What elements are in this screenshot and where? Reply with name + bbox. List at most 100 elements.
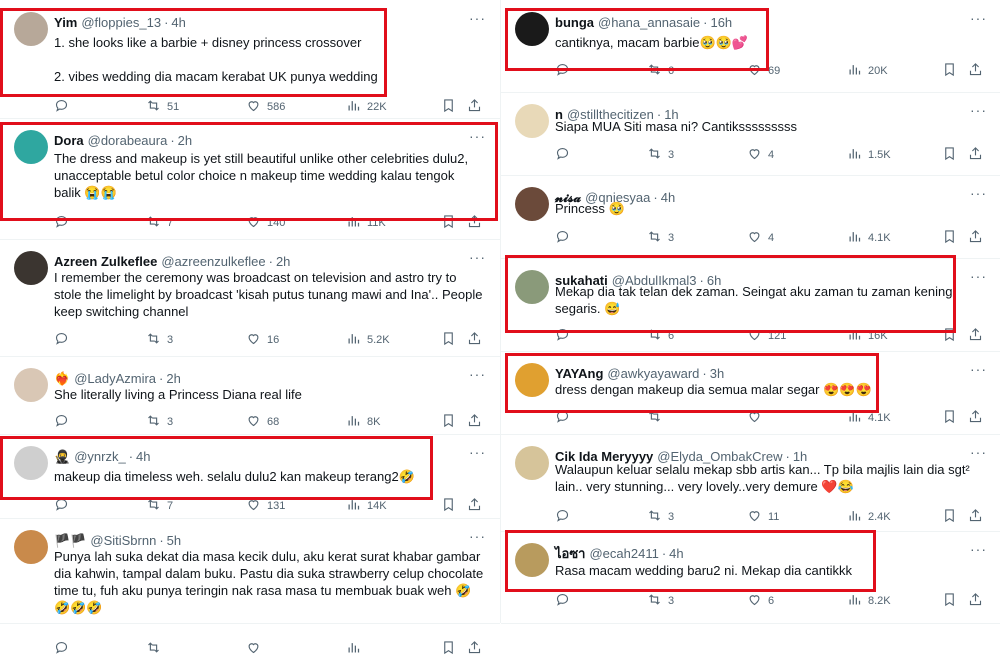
bookmark-button[interactable] [942,409,957,427]
retweet-button[interactable]: 51 [146,98,179,116]
share-button[interactable] [968,146,983,164]
avatar[interactable] [14,446,48,480]
user-handle[interactable]: @dorabeaura [88,133,168,148]
share-button[interactable] [968,327,983,345]
like-button[interactable]: 68 [246,413,279,431]
share-button[interactable] [968,229,983,247]
tweet[interactable]: 𝓷𝓲𝓼𝓪 @qniesyaa · 4h ··· Princess 🥹 3 4 4.1K [501,175,1000,259]
more-options-icon[interactable]: ··· [970,10,987,26]
like-button[interactable]: 4 [747,146,774,164]
more-options-icon[interactable]: ··· [970,185,987,201]
avatar[interactable] [515,543,549,577]
display-name[interactable]: YAYAng [555,366,603,381]
share-button[interactable] [467,98,482,116]
more-options-icon[interactable]: ··· [970,102,987,118]
share-button[interactable] [467,331,482,349]
share-button[interactable] [968,592,983,610]
bookmark-button[interactable] [441,640,456,658]
retweet-button[interactable] [647,409,668,427]
display-name[interactable]: 🥷 [54,449,70,464]
retweet-button[interactable]: 7 [146,214,173,232]
retweet-button[interactable]: 3 [647,146,674,164]
retweet-button[interactable] [146,640,167,658]
views-button[interactable]: 16K [847,327,888,345]
tweet[interactable]: bunga @hana_annasaie · 16h ··· cantiknya, m… [501,0,1000,93]
views-button[interactable] [346,640,367,658]
reply-button[interactable] [54,214,75,232]
tweet[interactable]: YAYAng @awkyayaward · 3h ··· dress dengan m… [501,351,1000,435]
tweet[interactable]: 🥷 @ynrzk_ · 4h ··· makeup dia timeless weh.… [0,434,500,519]
tweet[interactable]: ❤️‍🔥 @LadyAzmira · 2h ··· She literally liv… [0,356,500,435]
views-button[interactable]: 14K [346,497,387,515]
share-button[interactable] [968,508,983,526]
reply-button[interactable] [54,640,75,658]
reply-button[interactable] [555,592,576,610]
display-name[interactable]: ❤️‍🔥 [54,371,70,386]
reply-button[interactable] [555,327,576,345]
like-button[interactable] [747,409,768,427]
like-button[interactable]: 131 [246,497,285,515]
like-button[interactable]: 16 [246,331,279,349]
retweet-button[interactable]: 3 [647,508,674,526]
bookmark-button[interactable] [942,592,957,610]
bookmark-button[interactable] [441,413,456,431]
share-button[interactable] [467,497,482,515]
avatar[interactable] [14,251,48,285]
like-button[interactable]: 140 [246,214,285,232]
more-options-icon[interactable]: ··· [970,444,987,460]
display-name[interactable]: bunga [555,15,594,30]
timestamp[interactable]: 2h [276,254,290,269]
bookmark-button[interactable] [441,331,456,349]
timestamp[interactable]: 4h [136,449,150,464]
tweet[interactable]: n @stillthecitizen · 1h ··· Siapa MUA Siti … [501,92,1000,176]
more-options-icon[interactable]: ··· [469,528,486,544]
avatar[interactable] [14,530,48,564]
timestamp[interactable]: 3h [710,366,724,381]
views-button[interactable]: 4.1K [847,229,891,247]
retweet-button[interactable]: 3 [146,413,173,431]
reply-button[interactable] [54,497,75,515]
views-button[interactable]: 5.2K [346,331,390,349]
more-options-icon[interactable]: ··· [469,444,486,460]
avatar[interactable] [515,187,549,221]
like-button[interactable]: 586 [246,98,285,116]
timestamp[interactable]: 4h [171,15,185,30]
bookmark-button[interactable] [942,146,957,164]
reply-button[interactable] [54,413,75,431]
share-button[interactable] [968,62,983,80]
timestamp[interactable]: 2h [178,133,192,148]
reply-button[interactable] [54,98,75,116]
tweet[interactable]: Dora @dorabeaura · 2h ··· The dress and mak… [0,118,500,240]
more-options-icon[interactable]: ··· [469,128,486,144]
more-options-icon[interactable]: ··· [970,268,987,284]
display-name[interactable]: 🏴🏴 [54,533,86,548]
share-button[interactable] [968,409,983,427]
bookmark-button[interactable] [942,229,957,247]
reply-button[interactable] [555,229,576,247]
bookmark-button[interactable] [942,62,957,80]
avatar[interactable] [515,12,549,46]
retweet-button[interactable]: 6 [647,327,674,345]
user-handle[interactable]: @SitiSbrnn [90,533,156,548]
like-button[interactable]: 4 [747,229,774,247]
like-button[interactable] [246,640,267,658]
reply-button[interactable] [555,508,576,526]
reply-button[interactable] [54,331,75,349]
tweet[interactable]: Yim @floppies_13 · 4h ··· 1. she looks like… [0,0,500,119]
user-handle[interactable]: @awkyayaward [607,366,699,381]
avatar[interactable] [515,104,549,138]
avatar[interactable] [14,12,48,46]
more-options-icon[interactable]: ··· [970,541,987,557]
tweet[interactable]: ไอซา @ecah2411 · 4h ··· Rasa macam wedding … [501,531,1000,624]
like-button[interactable]: 121 [747,327,786,345]
user-handle[interactable]: @LadyAzmira [74,371,156,386]
like-button[interactable]: 6 [747,592,774,610]
bookmark-button[interactable] [441,98,456,116]
bookmark-button[interactable] [441,497,456,515]
user-handle[interactable]: @floppies_13 [81,15,161,30]
retweet-button[interactable]: 7 [146,497,173,515]
share-button[interactable] [467,214,482,232]
views-button[interactable]: 2.4K [847,508,891,526]
retweet-button[interactable]: 3 [647,229,674,247]
reply-button[interactable] [555,62,576,80]
